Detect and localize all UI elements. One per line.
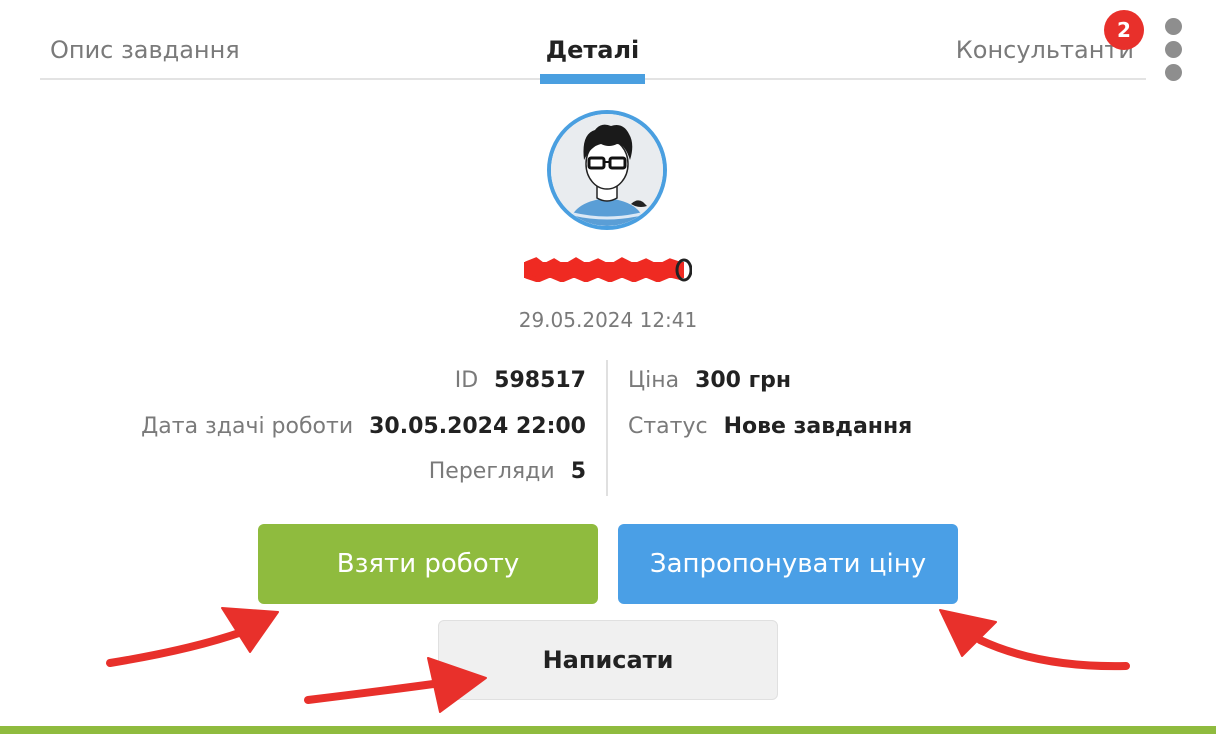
arrowhead-take-work xyxy=(221,607,279,653)
tab-task-description[interactable]: Опис завдання xyxy=(50,34,240,66)
active-tab-indicator xyxy=(540,74,645,84)
arrow-to-write xyxy=(304,678,452,704)
bottom-accent-bar xyxy=(0,726,1216,734)
consultants-count-badge: 2 xyxy=(1104,10,1144,50)
arrow-to-offer-price xyxy=(976,636,1130,671)
deadline-value: 30.05.2024 22:00 xyxy=(369,414,586,439)
details-divider xyxy=(606,360,608,496)
deadline-row: Дата здачі роботи 30.05.2024 22:00 xyxy=(141,412,586,442)
status-label: Статус xyxy=(628,414,708,439)
status-row: Статус Нове завдання xyxy=(628,412,912,442)
price-row: Ціна 300 грн xyxy=(628,366,791,396)
arrowhead-offer-price xyxy=(939,609,997,657)
post-date: 29.05.2024 12:41 xyxy=(518,308,698,332)
arrow-to-take-work xyxy=(106,628,246,667)
more-options-icon[interactable] xyxy=(1162,18,1184,81)
deadline-label: Дата здачі роботи xyxy=(141,414,354,439)
price-value: 300 грн xyxy=(695,368,792,393)
views-value: 5 xyxy=(570,459,586,484)
status-value: Нове завдання xyxy=(723,414,913,439)
tab-details[interactable]: Деталі xyxy=(540,34,645,66)
id-value: 598517 xyxy=(494,368,586,393)
write-message-button[interactable]: Написати xyxy=(438,620,778,700)
take-work-button[interactable]: Взяти роботу xyxy=(258,524,598,604)
redacted-username xyxy=(524,256,693,283)
tab-bar: Опис завдання Деталі Консультанти xyxy=(40,0,1146,84)
price-label: Ціна xyxy=(628,368,680,393)
id-label: ID xyxy=(454,368,479,393)
views-label: Перегляди xyxy=(428,459,555,484)
offer-price-button[interactable]: Запропонувати ціну xyxy=(618,524,958,604)
id-row: ID 598517 xyxy=(455,366,586,396)
user-avatar[interactable] xyxy=(547,110,667,230)
views-row: Перегляди 5 xyxy=(429,457,586,487)
